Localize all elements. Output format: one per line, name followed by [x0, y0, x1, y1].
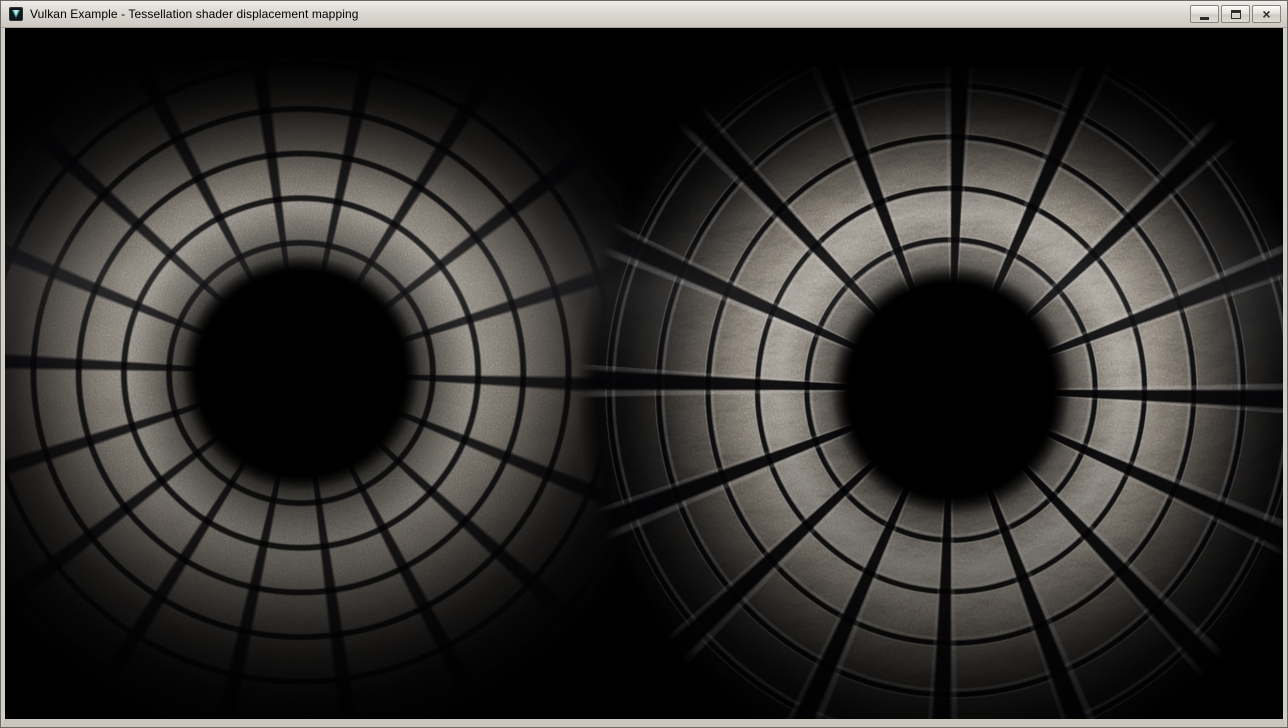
minimize-button[interactable]: [1190, 5, 1219, 23]
close-button[interactable]: ×: [1252, 5, 1281, 23]
minimize-icon: [1200, 17, 1209, 20]
stone-grain-texture: [571, 66, 1283, 719]
window-title: Vulkan Example - Tessellation shader dis…: [30, 7, 359, 21]
window-controls: ×: [1190, 5, 1281, 23]
app-icon: [8, 6, 24, 22]
torus-right: [571, 66, 1283, 719]
window-frame: [1, 28, 1287, 727]
render-viewport[interactable]: [5, 28, 1283, 719]
app-window: Vulkan Example - Tessellation shader dis…: [0, 0, 1288, 728]
close-icon: ×: [1262, 7, 1270, 21]
maximize-icon: [1231, 10, 1241, 19]
maximize-button[interactable]: [1221, 5, 1250, 23]
title-bar[interactable]: Vulkan Example - Tessellation shader dis…: [1, 1, 1287, 28]
